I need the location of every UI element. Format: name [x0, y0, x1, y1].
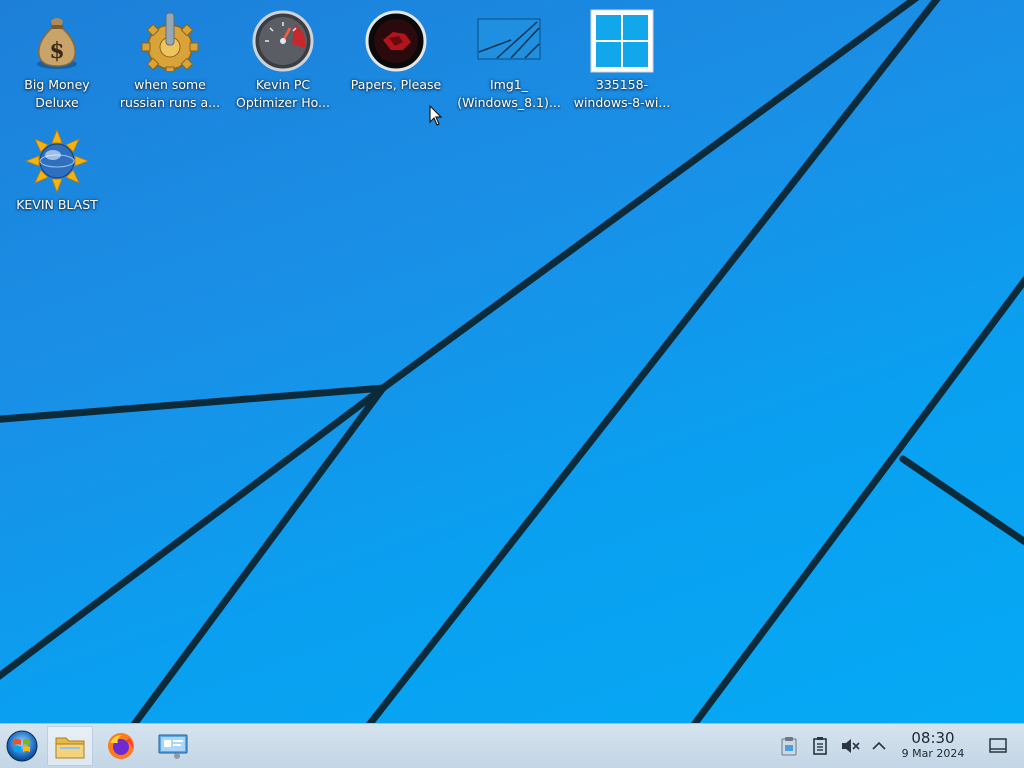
speedometer-icon	[250, 8, 316, 74]
svg-text:$: $	[49, 38, 64, 64]
taskbar-file-manager[interactable]	[47, 726, 93, 766]
icon-label: Kevin PC Optimizer Ho...	[236, 77, 330, 110]
tray-volume[interactable]	[840, 736, 860, 756]
chevron-up-icon	[872, 741, 886, 750]
show-desktop-icon	[989, 738, 1007, 753]
windows-orb-icon	[6, 730, 38, 762]
desktop-icon-big-money-deluxe[interactable]: $ Big Money Deluxe	[5, 8, 109, 112]
taskbar-firefox[interactable]	[100, 726, 142, 766]
volume-muted-icon	[842, 739, 860, 753]
desktop-icon-papers-please[interactable]: Papers, Please	[344, 8, 448, 94]
tray-expand-button[interactable]	[869, 736, 889, 756]
gear-icon	[137, 8, 203, 74]
money-bag-icon: $	[24, 8, 90, 74]
icon-label: Big Money Deluxe	[24, 77, 90, 110]
icon-label: 335158- windows-8-wi...	[573, 77, 671, 110]
icon-label: Img1_ (Windows_8.1)...	[457, 77, 561, 110]
clock[interactable]: 08:30 9 Mar 2024	[890, 729, 976, 761]
papers-please-emblem-icon	[363, 8, 429, 74]
tray-clipboard-manager[interactable]	[779, 736, 799, 756]
sun-globe-icon	[24, 128, 90, 194]
desktop-icon-img1-windows[interactable]: Img1_ (Windows_8.1)...	[457, 8, 561, 112]
firefox-icon	[108, 733, 134, 759]
tray-notes[interactable]	[810, 736, 830, 756]
icon-label: KEVIN BLAST	[16, 197, 98, 212]
icon-label: when some russian runs a...	[119, 77, 221, 110]
show-desktop-button[interactable]	[988, 736, 1008, 756]
clock-time: 08:30	[911, 729, 955, 747]
notes-icon	[813, 737, 827, 755]
desktop[interactable]: $ Big Money Deluxe when some russian run…	[0, 0, 1024, 723]
mouse-cursor-icon	[429, 105, 443, 126]
icon-label: Papers, Please	[350, 77, 442, 92]
clipboard-manager-icon	[781, 737, 797, 756]
desktop-icon-when-some-russian[interactable]: when some russian runs a...	[118, 8, 222, 112]
start-button[interactable]	[2, 726, 42, 766]
desktop-icon-kevin-pc-optimizer[interactable]: Kevin PC Optimizer Ho...	[231, 8, 335, 112]
windows-logo-icon	[589, 8, 655, 74]
system-settings-icon	[158, 734, 188, 759]
taskbar-system-settings[interactable]	[152, 726, 194, 766]
clock-date: 9 Mar 2024	[901, 747, 965, 760]
desktop-icon-kevin-blast[interactable]: KEVIN BLAST	[5, 128, 109, 214]
desktop-icon-windows-8-wallpaper[interactable]: 335158- windows-8-wi...	[570, 8, 674, 112]
taskbar: 08:30 9 Mar 2024	[0, 723, 1024, 768]
file-manager-icon	[55, 737, 85, 759]
image-thumbnail-icon	[476, 8, 542, 74]
